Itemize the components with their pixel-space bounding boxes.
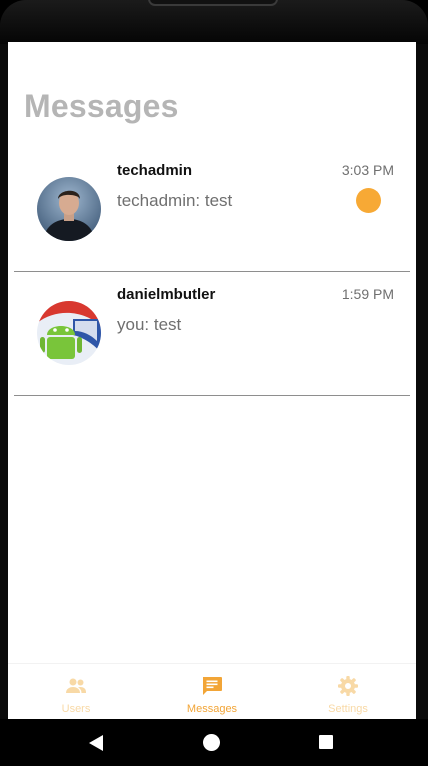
device-speaker: [148, 0, 278, 6]
chat-bubble-icon: [203, 677, 222, 695]
users-icon: [66, 678, 86, 693]
bottom-navigation: Users Messages Settings: [8, 663, 416, 719]
nav-item-settings[interactable]: Settings: [280, 664, 416, 719]
avatar: [37, 177, 101, 241]
device-right-bezel: [416, 44, 428, 720]
conversation-time: 3:03 PM: [341, 162, 394, 178]
recents-icon[interactable]: [319, 735, 333, 749]
home-icon[interactable]: [203, 734, 220, 751]
conversation-name: danielmbutler: [117, 286, 216, 303]
app-screen: Messages techadmin 3:03 PM techadmin: te…: [8, 42, 416, 719]
device-top-bezel: [0, 0, 428, 44]
nav-label-users: Users: [61, 703, 91, 715]
system-navigation-bar: [0, 719, 428, 766]
nav-item-messages[interactable]: Messages: [144, 664, 280, 719]
back-icon[interactable]: [89, 735, 103, 751]
conversation-time: 1:59 PM: [341, 286, 394, 302]
nav-label-settings: Settings: [328, 703, 368, 715]
conversation-preview: you: test: [117, 315, 182, 334]
conversation-preview: techadmin: test: [117, 191, 233, 210]
person-avatar-image: [37, 177, 101, 241]
device-left-bezel: [0, 44, 8, 720]
nav-item-users[interactable]: Users: [8, 664, 144, 719]
avatar: [37, 301, 101, 365]
nav-label-messages: Messages: [186, 703, 238, 715]
android-avatar-image: [37, 301, 101, 365]
unread-indicator: [356, 188, 381, 213]
page-title: Messages: [24, 88, 179, 124]
conversation-name: techadmin: [117, 162, 193, 179]
gear-icon: [338, 676, 358, 696]
conversation-item-techadmin[interactable]: techadmin 3:03 PM techadmin: test: [14, 148, 410, 272]
conversation-item-danielmbutler[interactable]: danielmbutler 1:59 PM you: test: [14, 272, 410, 396]
